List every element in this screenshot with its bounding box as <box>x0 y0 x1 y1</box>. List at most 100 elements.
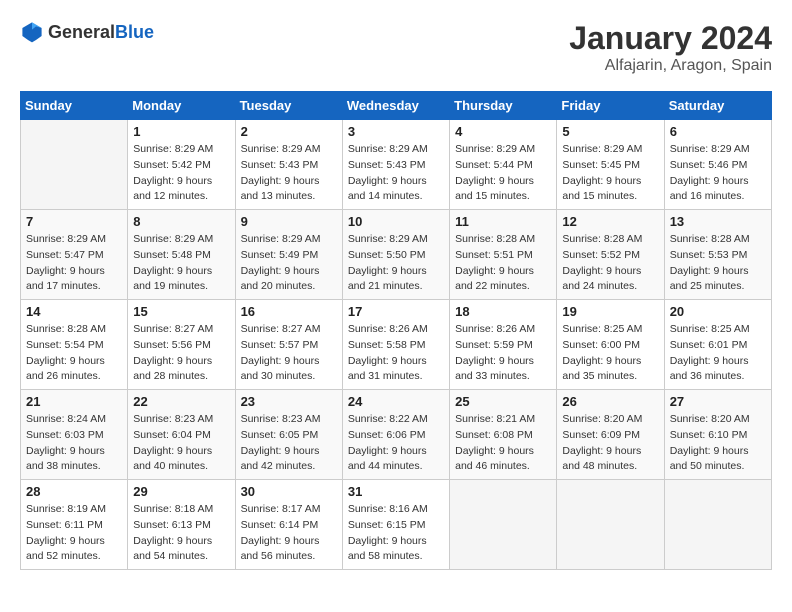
day-number: 11 <box>455 214 551 229</box>
day-info: Sunrise: 8:29 AMSunset: 5:45 PMDaylight:… <box>562 142 658 205</box>
day-number: 26 <box>562 394 658 409</box>
day-number: 31 <box>348 484 444 499</box>
table-cell: 14 Sunrise: 8:28 AMSunset: 5:54 PMDayligh… <box>21 300 128 390</box>
day-number: 30 <box>241 484 337 499</box>
day-info: Sunrise: 8:28 AMSunset: 5:54 PMDaylight:… <box>26 322 122 385</box>
table-cell: 5 Sunrise: 8:29 AMSunset: 5:45 PMDaylight… <box>557 120 664 210</box>
table-cell: 11 Sunrise: 8:28 AMSunset: 5:51 PMDayligh… <box>450 210 557 300</box>
table-cell <box>664 480 771 570</box>
day-number: 1 <box>133 124 229 139</box>
day-number: 27 <box>670 394 766 409</box>
day-number: 6 <box>670 124 766 139</box>
location-title: Alfajarin, Aragon, Spain <box>569 57 772 75</box>
table-cell: 3Sunrise: 8:29 AMSunset: 5:43 PMDaylight… <box>342 120 449 210</box>
day-info: Sunrise: 8:29 AMSunset: 5:47 PMDaylight:… <box>26 232 122 295</box>
table-cell: 30Sunrise: 8:17 AMSunset: 6:14 PMDayligh… <box>235 480 342 570</box>
day-number: 20 <box>670 304 766 319</box>
table-cell: 16Sunrise: 8:27 AMSunset: 5:57 PMDayligh… <box>235 300 342 390</box>
day-number: 28 <box>26 484 122 499</box>
header-sunday: Sunday <box>21 92 128 120</box>
week-row-2: 7 Sunrise: 8:29 AMSunset: 5:47 PMDaylight… <box>21 210 772 300</box>
day-info: Sunrise: 8:29 AMSunset: 5:43 PMDaylight:… <box>241 142 337 205</box>
table-cell: 31 Sunrise: 8:16 AMSunset: 6:15 PMDayligh… <box>342 480 449 570</box>
day-info: Sunrise: 8:16 AMSunset: 6:15 PMDaylight:… <box>348 502 444 565</box>
table-cell: 29Sunrise: 8:18 AMSunset: 6:13 PMDayligh… <box>128 480 235 570</box>
day-info: Sunrise: 8:23 AMSunset: 6:05 PMDaylight:… <box>241 412 337 475</box>
day-number: 12 <box>562 214 658 229</box>
day-number: 2 <box>241 124 337 139</box>
table-cell: 23 Sunrise: 8:23 AMSunset: 6:05 PMDayligh… <box>235 390 342 480</box>
day-info: Sunrise: 8:21 AMSunset: 6:08 PMDaylight:… <box>455 412 551 475</box>
day-info: Sunrise: 8:24 AMSunset: 6:03 PMDaylight:… <box>26 412 122 475</box>
day-info: Sunrise: 8:28 AMSunset: 5:51 PMDaylight:… <box>455 232 551 295</box>
week-row-1: 1 Sunrise: 8:29 AMSunset: 5:42 PMDaylight… <box>21 120 772 210</box>
table-cell: 17 Sunrise: 8:26 AMSunset: 5:58 PMDayligh… <box>342 300 449 390</box>
header-saturday: Saturday <box>664 92 771 120</box>
day-info: Sunrise: 8:29 AMSunset: 5:48 PMDaylight:… <box>133 232 229 295</box>
logo-icon <box>20 20 44 44</box>
day-number: 9 <box>241 214 337 229</box>
day-info: Sunrise: 8:28 AMSunset: 5:52 PMDaylight:… <box>562 232 658 295</box>
day-number: 24 <box>348 394 444 409</box>
table-cell <box>450 480 557 570</box>
table-cell: 27Sunrise: 8:20 AMSunset: 6:10 PMDayligh… <box>664 390 771 480</box>
logo-general: General <box>48 22 115 42</box>
weekday-header-row: Sunday Monday Tuesday Wednesday Thursday… <box>21 92 772 120</box>
table-cell: 28Sunrise: 8:19 AMSunset: 6:11 PMDayligh… <box>21 480 128 570</box>
calendar-table: Sunday Monday Tuesday Wednesday Thursday… <box>20 91 772 570</box>
table-cell: 20Sunrise: 8:25 AMSunset: 6:01 PMDayligh… <box>664 300 771 390</box>
header-wednesday: Wednesday <box>342 92 449 120</box>
table-cell <box>21 120 128 210</box>
title-area: January 2024 Alfajarin, Aragon, Spain <box>569 20 772 75</box>
day-info: Sunrise: 8:29 AMSunset: 5:42 PMDaylight:… <box>133 142 229 205</box>
table-cell: 6 Sunrise: 8:29 AMSunset: 5:46 PMDaylight… <box>664 120 771 210</box>
day-number: 18 <box>455 304 551 319</box>
week-row-3: 14 Sunrise: 8:28 AMSunset: 5:54 PMDayligh… <box>21 300 772 390</box>
day-info: Sunrise: 8:29 AMSunset: 5:43 PMDaylight:… <box>348 142 444 205</box>
day-info: Sunrise: 8:29 AMSunset: 5:49 PMDaylight:… <box>241 232 337 295</box>
table-cell: 12 Sunrise: 8:28 AMSunset: 5:52 PMDayligh… <box>557 210 664 300</box>
header-thursday: Thursday <box>450 92 557 120</box>
day-number: 19 <box>562 304 658 319</box>
table-cell: 21 Sunrise: 8:24 AMSunset: 6:03 PMDayligh… <box>21 390 128 480</box>
day-number: 14 <box>26 304 122 319</box>
day-number: 10 <box>348 214 444 229</box>
header-tuesday: Tuesday <box>235 92 342 120</box>
table-cell: 26 Sunrise: 8:20 AMSunset: 6:09 PMDayligh… <box>557 390 664 480</box>
day-number: 25 <box>455 394 551 409</box>
header: GeneralBlue January 2024 Alfajarin, Arag… <box>20 20 772 75</box>
day-number: 21 <box>26 394 122 409</box>
day-info: Sunrise: 8:29 AMSunset: 5:46 PMDaylight:… <box>670 142 766 205</box>
day-number: 17 <box>348 304 444 319</box>
month-title: January 2024 <box>569 20 772 57</box>
day-info: Sunrise: 8:23 AMSunset: 6:04 PMDaylight:… <box>133 412 229 475</box>
day-number: 5 <box>562 124 658 139</box>
day-number: 7 <box>26 214 122 229</box>
table-cell: 13 Sunrise: 8:28 AMSunset: 5:53 PMDayligh… <box>664 210 771 300</box>
week-row-5: 28Sunrise: 8:19 AMSunset: 6:11 PMDayligh… <box>21 480 772 570</box>
day-info: Sunrise: 8:26 AMSunset: 5:58 PMDaylight:… <box>348 322 444 385</box>
header-friday: Friday <box>557 92 664 120</box>
table-cell: 22 Sunrise: 8:23 AMSunset: 6:04 PMDayligh… <box>128 390 235 480</box>
table-cell: 4 Sunrise: 8:29 AMSunset: 5:44 PMDaylight… <box>450 120 557 210</box>
day-number: 15 <box>133 304 229 319</box>
day-info: Sunrise: 8:29 AMSunset: 5:44 PMDaylight:… <box>455 142 551 205</box>
day-number: 23 <box>241 394 337 409</box>
table-cell: 10Sunrise: 8:29 AMSunset: 5:50 PMDayligh… <box>342 210 449 300</box>
table-cell: 19Sunrise: 8:25 AMSunset: 6:00 PMDayligh… <box>557 300 664 390</box>
day-number: 4 <box>455 124 551 139</box>
table-cell: 15Sunrise: 8:27 AMSunset: 5:56 PMDayligh… <box>128 300 235 390</box>
table-cell: 9 Sunrise: 8:29 AMSunset: 5:49 PMDaylight… <box>235 210 342 300</box>
day-info: Sunrise: 8:28 AMSunset: 5:53 PMDaylight:… <box>670 232 766 295</box>
table-cell: 18 Sunrise: 8:26 AMSunset: 5:59 PMDayligh… <box>450 300 557 390</box>
day-info: Sunrise: 8:26 AMSunset: 5:59 PMDaylight:… <box>455 322 551 385</box>
day-number: 8 <box>133 214 229 229</box>
day-info: Sunrise: 8:27 AMSunset: 5:57 PMDaylight:… <box>241 322 337 385</box>
day-number: 13 <box>670 214 766 229</box>
day-info: Sunrise: 8:20 AMSunset: 6:09 PMDaylight:… <box>562 412 658 475</box>
table-cell <box>557 480 664 570</box>
week-row-4: 21 Sunrise: 8:24 AMSunset: 6:03 PMDayligh… <box>21 390 772 480</box>
day-number: 22 <box>133 394 229 409</box>
logo-blue: Blue <box>115 22 154 42</box>
day-info: Sunrise: 8:18 AMSunset: 6:13 PMDaylight:… <box>133 502 229 565</box>
